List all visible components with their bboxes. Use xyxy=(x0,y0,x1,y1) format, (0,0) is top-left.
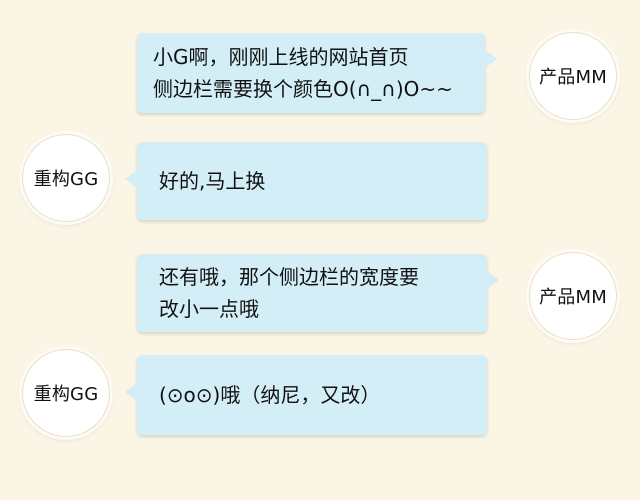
message-3-line-1: 还有哦，那个侧边栏的宽度要 xyxy=(159,265,419,289)
avatar-label: 重构GG xyxy=(33,169,99,190)
message-bubble-1: 小G啊，刚刚上线的网站首页 侧边栏需要换个颜色O(∩_∩)O~~ xyxy=(137,33,497,113)
message-bubble-tail xyxy=(485,50,497,68)
avatar-refactor-gg: 重构GG xyxy=(22,349,110,437)
avatar-label: 重构GG xyxy=(33,384,99,405)
message-row-2: 重构GG 好的,马上换 xyxy=(0,130,640,230)
avatar-label: 产品MM xyxy=(539,287,607,308)
avatar-label: 产品MM xyxy=(539,67,607,88)
message-1-line-2: 侧边栏需要换个颜色O(∩_∩)O~~ xyxy=(153,77,453,101)
message-row-3: 还有哦，那个侧边栏的宽度要 改小一点哦 产品MM xyxy=(0,248,640,348)
avatar-refactor-gg: 重构GG xyxy=(22,134,110,222)
message-bubble-4: (⊙o⊙)哦（纳尼，又改） xyxy=(125,355,487,435)
message-row-4: 重构GG (⊙o⊙)哦（纳尼，又改） xyxy=(0,345,640,445)
avatar-product-mm: 产品MM xyxy=(529,252,617,340)
message-bubble-3: 还有哦，那个侧边栏的宽度要 改小一点哦 xyxy=(137,254,499,332)
message-2-line-1: 好的,马上换 xyxy=(159,169,266,193)
message-4-line-1: (⊙o⊙)哦（纳尼，又改） xyxy=(159,383,381,407)
message-bubble-2: 好的,马上换 xyxy=(125,142,487,220)
message-1-line-1: 小G啊，刚刚上线的网站首页 xyxy=(153,45,409,69)
message-row-1: 小G啊，刚刚上线的网站首页 侧边栏需要换个颜色O(∩_∩)O~~ 产品MM xyxy=(0,28,640,128)
message-bubble-tail xyxy=(125,383,137,401)
message-bubble-tail xyxy=(125,170,137,188)
avatar-product-mm: 产品MM xyxy=(529,32,617,120)
message-bubble-tail xyxy=(487,271,499,289)
message-3-line-2: 改小一点哦 xyxy=(159,297,259,321)
